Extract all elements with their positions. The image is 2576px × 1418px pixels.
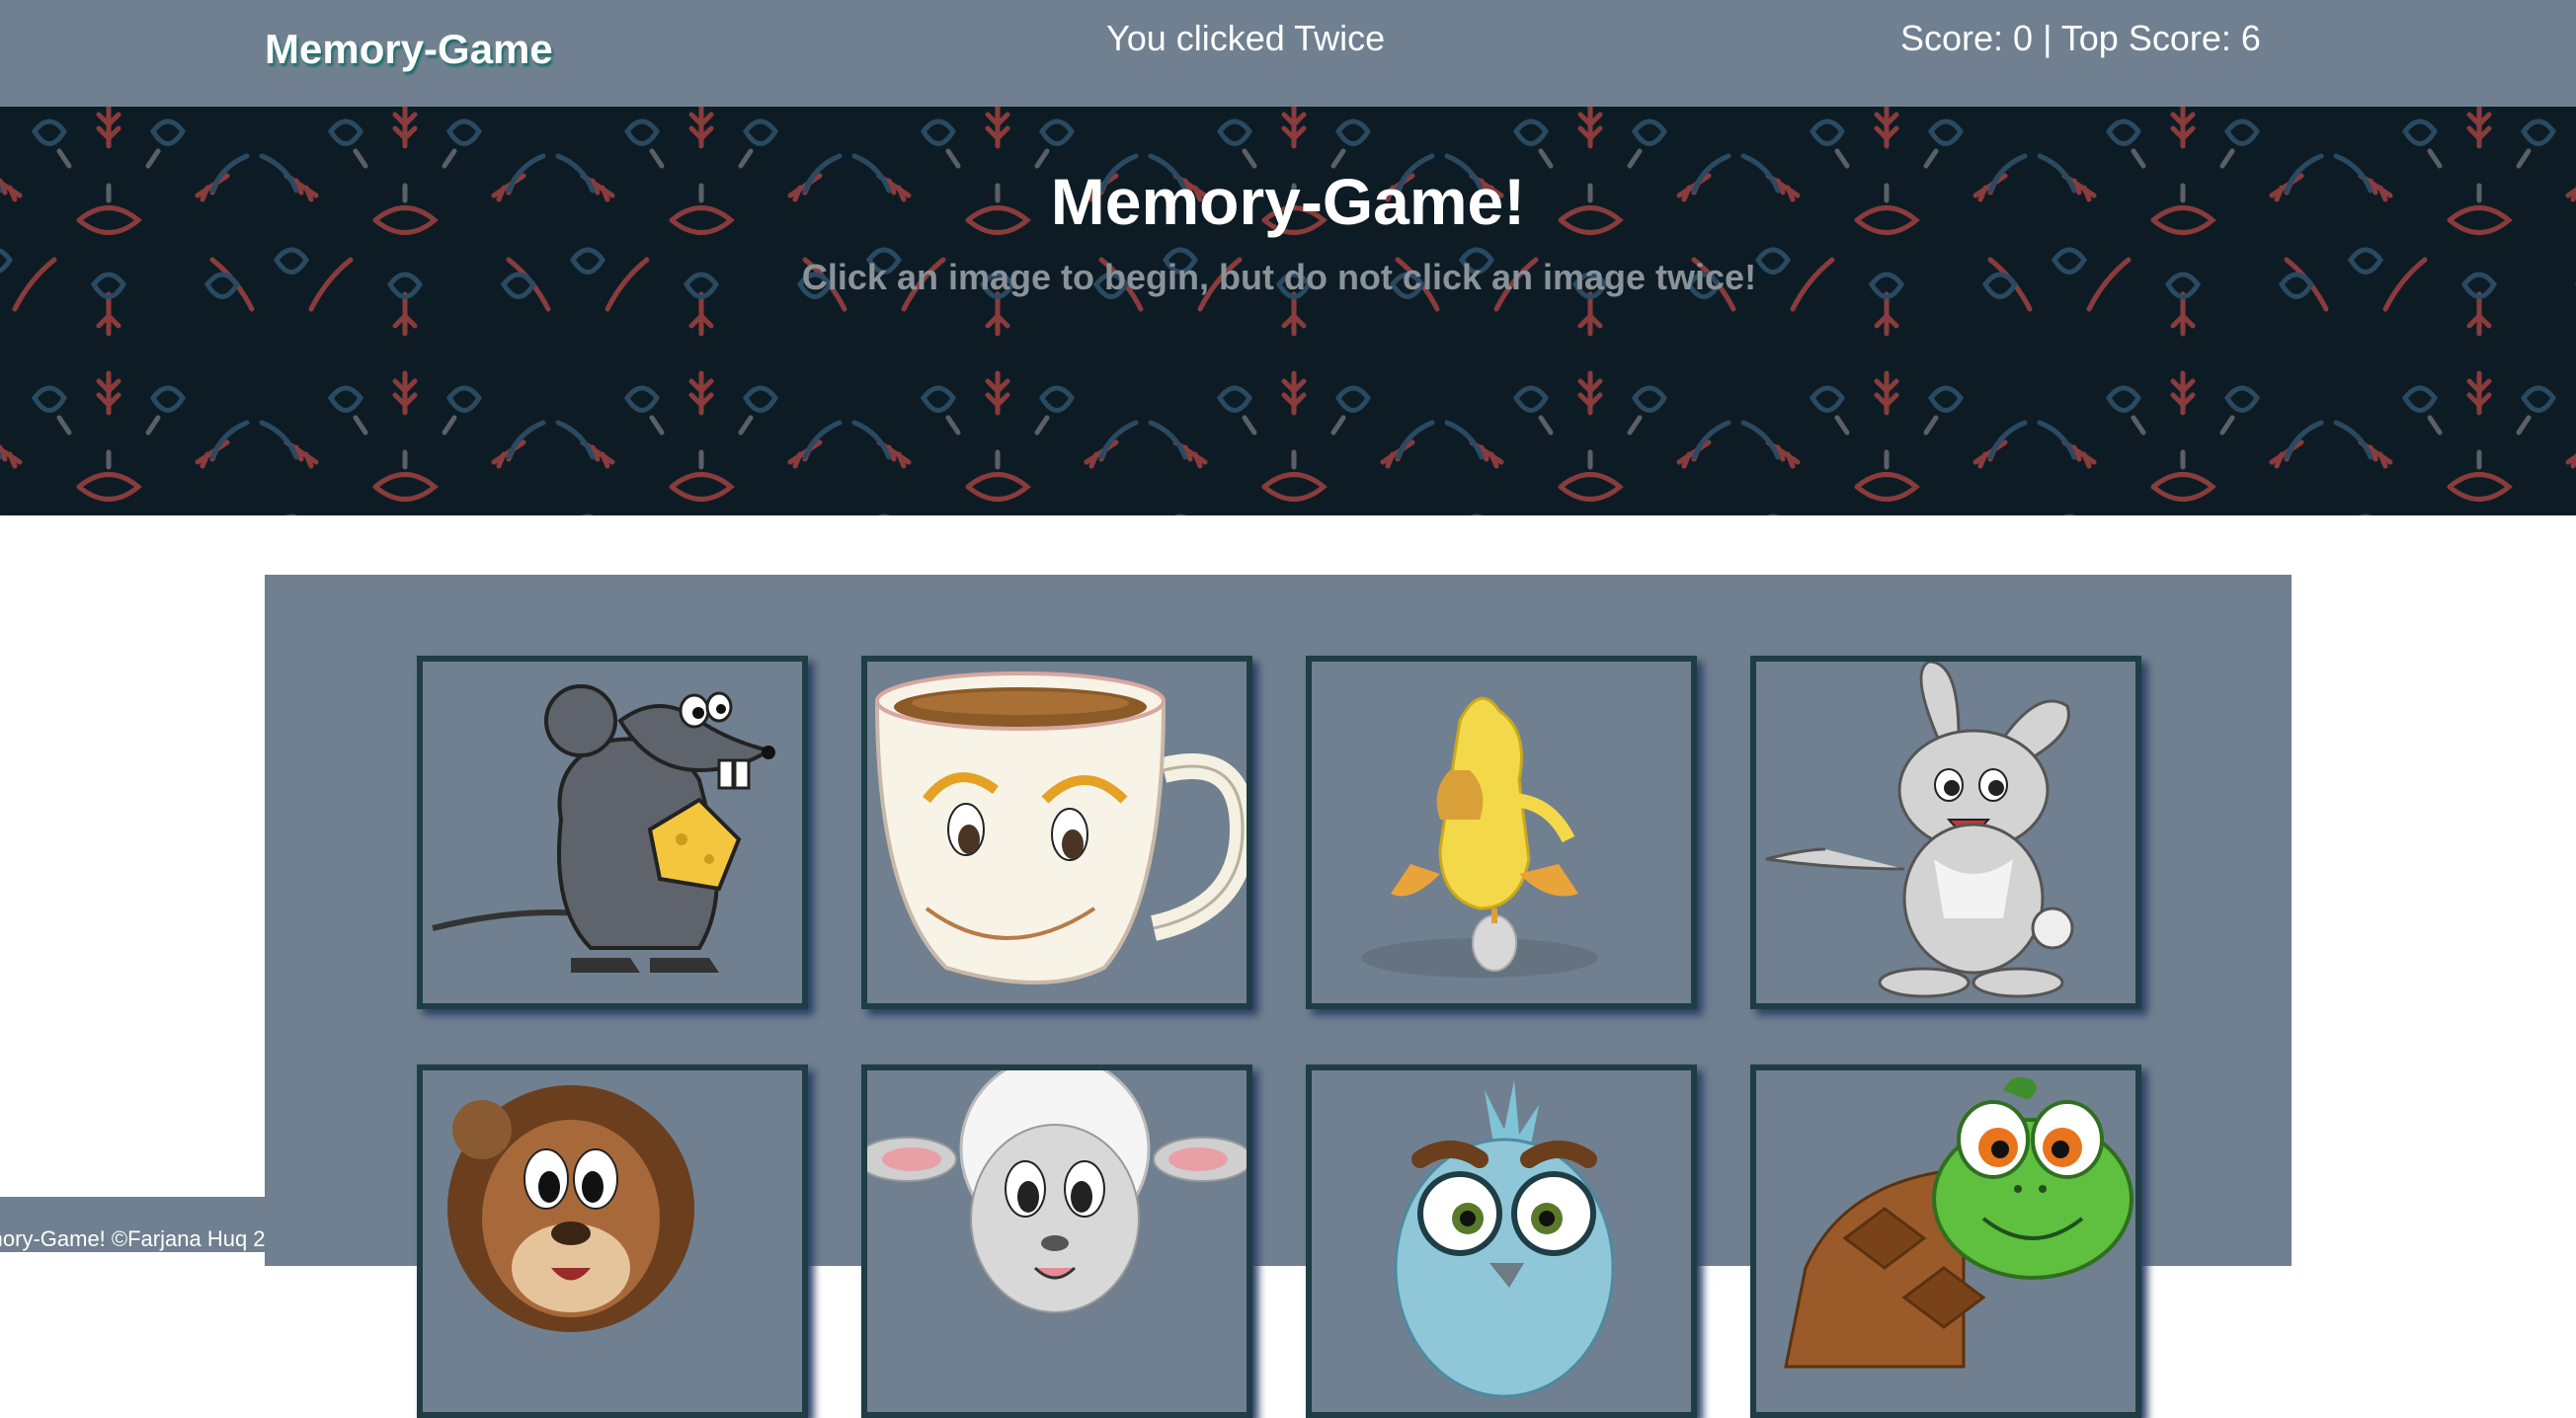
- card-duck[interactable]: [1306, 656, 1697, 1009]
- page-title: Memory-Game!: [1050, 165, 1526, 238]
- duck-image: [1361, 696, 1598, 978]
- lamb-image: [867, 1070, 1247, 1313]
- hero-banner: Memory-Game! Click an image to begin, bu…: [0, 107, 2576, 515]
- card-board: [265, 575, 2292, 1418]
- mouse-image: [432, 684, 775, 973]
- card-mouse[interactable]: [417, 656, 808, 1009]
- click-status: You clicked Twice: [1106, 18, 1386, 58]
- card-lamb[interactable]: [861, 1064, 1252, 1418]
- card-rabbit[interactable]: [1750, 656, 2141, 1009]
- coffee-cup-image: [874, 671, 1247, 985]
- card-turtle[interactable]: [1750, 1064, 2141, 1418]
- card-coffee-cup[interactable]: [861, 656, 1252, 1009]
- navbar: Memory-Game You clicked Twice Score: 0 |…: [0, 0, 2576, 107]
- bird-image: [1394, 1080, 1615, 1398]
- lion-image: [447, 1085, 694, 1332]
- score-display: Score: 0 | Top Score: 6: [1900, 18, 2261, 58]
- instructions: Click an image to begin, but do not clic…: [801, 257, 1757, 297]
- card-lion[interactable]: [417, 1064, 808, 1418]
- footer: Memory-Game! ©Farjana Huq 2019: [0, 1197, 265, 1252]
- rabbit-image: [1765, 662, 2074, 998]
- footer-copyright: Memory-Game! ©Farjana Huq 2019: [0, 1226, 265, 1251]
- card-bird[interactable]: [1306, 1064, 1697, 1418]
- brand-link[interactable]: Memory-Game: [265, 26, 553, 73]
- turtle-image: [1784, 1076, 2133, 1369]
